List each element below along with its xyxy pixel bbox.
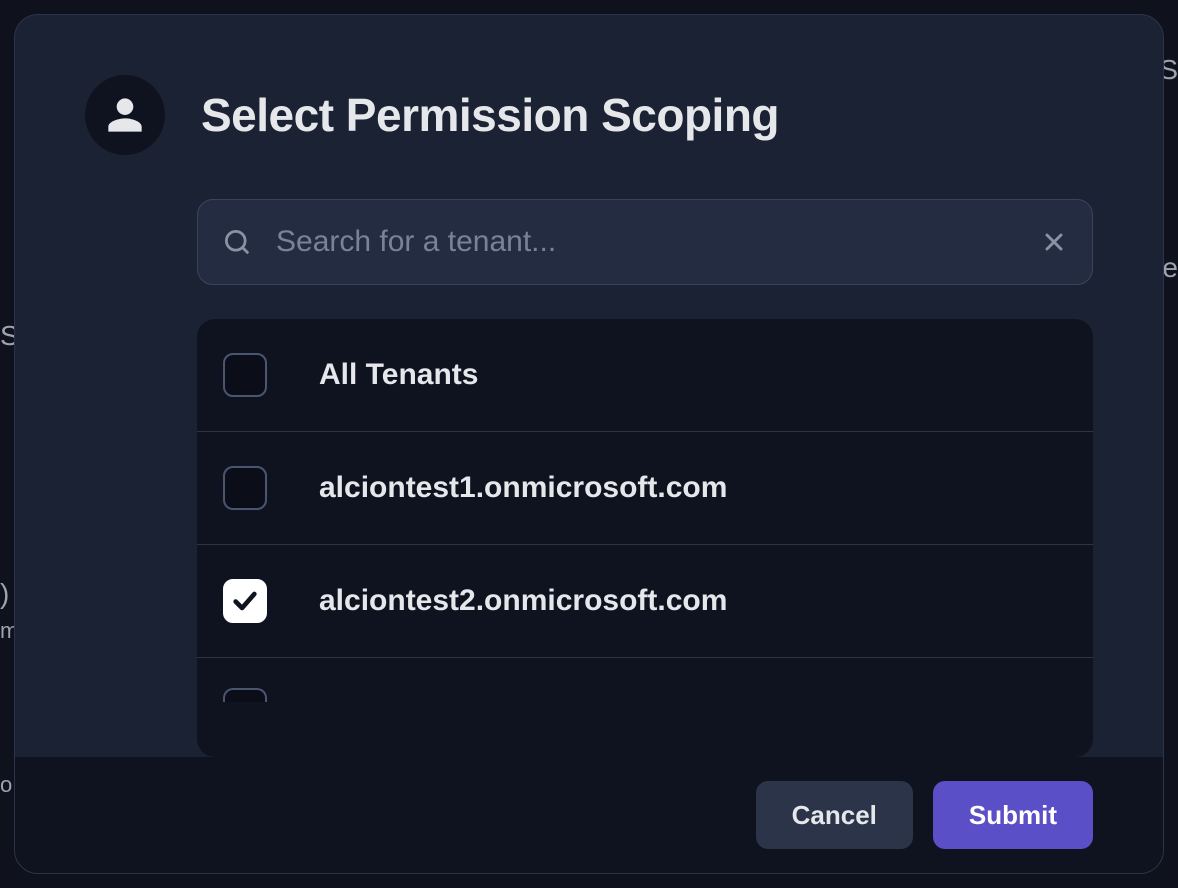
tenant-list: All Tenants alciontest1.onmicrosoft.com [197, 319, 1093, 757]
search-icon [222, 227, 252, 257]
check-icon [231, 587, 259, 615]
modal-footer: Cancel Submit [15, 757, 1163, 873]
background-text: o [0, 772, 12, 798]
search-wrapper [197, 199, 1093, 285]
clear-search-icon[interactable] [1040, 228, 1068, 256]
checkbox-all-tenants[interactable] [223, 353, 267, 397]
user-icon [85, 75, 165, 155]
background-text: e [1162, 252, 1178, 284]
checkbox-tenant[interactable] [223, 466, 267, 510]
tenant-label: All Tenants [319, 358, 478, 392]
submit-button[interactable]: Submit [933, 781, 1093, 849]
tenant-row[interactable]: alciontest1.onmicrosoft.com [197, 432, 1093, 545]
checkbox-tenant[interactable] [223, 579, 267, 623]
background-text: ) [0, 578, 9, 610]
tenant-label: alciontest1.onmicrosoft.com [319, 471, 727, 505]
modal-title: Select Permission Scoping [201, 88, 779, 142]
search-input[interactable] [276, 225, 1040, 259]
permission-scoping-modal: Select Permission Scoping [14, 14, 1164, 874]
tenant-list-scroll[interactable]: All Tenants alciontest1.onmicrosoft.com [197, 319, 1093, 708]
tenant-row-all[interactable]: All Tenants [197, 319, 1093, 432]
modal-header: Select Permission Scoping [85, 75, 1093, 155]
modal-content: All Tenants alciontest1.onmicrosoft.com [197, 199, 1093, 757]
search-box[interactable] [197, 199, 1093, 285]
tenant-row[interactable]: alciontest2.onmicrosoft.com [197, 545, 1093, 658]
modal-body: Select Permission Scoping [15, 15, 1163, 757]
tenant-row[interactable] [197, 658, 1093, 708]
checkbox-tenant[interactable] [223, 688, 267, 702]
cancel-button[interactable]: Cancel [756, 781, 913, 849]
tenant-label: alciontest2.onmicrosoft.com [319, 584, 727, 618]
